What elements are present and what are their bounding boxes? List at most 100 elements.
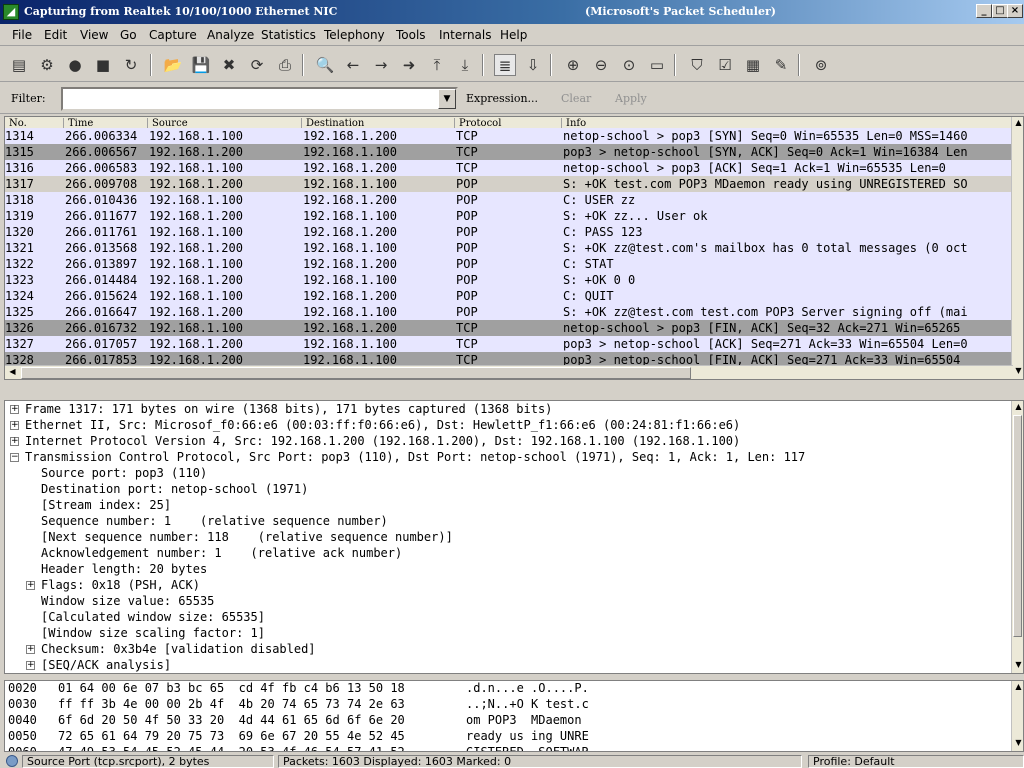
scroll-up-icon[interactable]: ▲	[1013, 401, 1023, 413]
menu-capture[interactable]: Capture	[149, 28, 197, 42]
detail-row[interactable]: + Flags: 0x18 (PSH, ACK)	[5, 577, 1013, 593]
zoom-normal-icon[interactable]: ⊙	[618, 54, 640, 76]
scroll-down-icon[interactable]: ▼	[1013, 365, 1023, 377]
collapse-icon[interactable]: −	[10, 453, 19, 462]
stop-capture-icon[interactable]: ■	[92, 54, 114, 76]
expand-icon[interactable]: +	[10, 405, 19, 414]
scroll-up-icon[interactable]: ▲	[1013, 117, 1023, 129]
go-forward-icon[interactable]: →	[370, 54, 392, 76]
packet-row[interactable]: 1324 266.015624 192.168.1.100 192.168.1.200…	[5, 288, 1013, 304]
menu-internals[interactable]: Internals	[439, 28, 492, 42]
menu-file[interactable]: File	[12, 28, 32, 42]
detail-row[interactable]: + Frame 1317: 171 bytes on wire (1368 bit…	[5, 401, 1013, 417]
coloring-rules-icon[interactable]: ▦	[742, 54, 764, 76]
packet-row[interactable]: 1322 266.013897 192.168.1.100 192.168.1.200…	[5, 256, 1013, 272]
packet-row[interactable]: 1321 266.013568 192.168.1.200 192.168.1.100…	[5, 240, 1013, 256]
zoom-in-icon[interactable]: ⊕	[562, 54, 584, 76]
start-capture-icon[interactable]: ●	[64, 54, 86, 76]
bytes-vscrollbar[interactable]: ▲ ▼	[1011, 681, 1023, 751]
detail-row[interactable]: [Calculated window size: 65535]	[5, 609, 1013, 625]
scroll-left-icon[interactable]: ◀	[7, 366, 18, 378]
menu-go[interactable]: Go	[120, 28, 137, 42]
interface-list-icon[interactable]: ▤	[8, 54, 30, 76]
expand-icon[interactable]: +	[10, 437, 19, 446]
go-first-icon[interactable]: ⤒	[426, 54, 448, 76]
expand-icon[interactable]: +	[26, 645, 35, 654]
scroll-up-icon[interactable]: ▲	[1013, 681, 1023, 693]
menu-statistics[interactable]: Statistics	[261, 28, 316, 42]
packet-row[interactable]: 1315 266.006567 192.168.1.200 192.168.1.100…	[5, 144, 1013, 160]
restart-capture-icon[interactable]: ↻	[120, 54, 142, 76]
menu-analyze[interactable]: Analyze	[207, 28, 254, 42]
detail-row[interactable]: + Checksum: 0x3b4e [validation disabled]	[5, 641, 1013, 657]
packet-row[interactable]: 1325 266.016647 192.168.1.200 192.168.1.100…	[5, 304, 1013, 320]
display-filters-icon[interactable]: ☑	[714, 54, 736, 76]
packet-dst-cell: 192.168.1.100	[303, 337, 397, 351]
help-icon[interactable]: ⊚	[810, 54, 832, 76]
packet-row[interactable]: 1318 266.010436 192.168.1.100 192.168.1.200…	[5, 192, 1013, 208]
packet-row[interactable]: 1314 266.006334 192.168.1.100 192.168.1.200…	[5, 128, 1013, 144]
zoom-out-icon[interactable]: ⊖	[590, 54, 612, 76]
menu-help[interactable]: Help	[500, 28, 527, 42]
packet-row[interactable]: 1319 266.011677 192.168.1.200 192.168.1.100…	[5, 208, 1013, 224]
go-last-icon[interactable]: ⤓	[454, 54, 476, 76]
details-vscrollbar[interactable]: ▲ ▼	[1011, 401, 1023, 673]
packet-row[interactable]: 1320 266.011761 192.168.1.100 192.168.1.200…	[5, 224, 1013, 240]
auto-scroll-icon[interactable]: ⇩	[522, 54, 544, 76]
detail-row[interactable]: Sequence number: 1 (relative sequence nu…	[5, 513, 1013, 529]
expression-button[interactable]: Expression...	[466, 92, 538, 105]
menu-telephony[interactable]: Telephony	[324, 28, 385, 42]
detail-row[interactable]: Window size value: 65535	[5, 593, 1013, 609]
detail-row[interactable]: Acknowledgement number: 1 (relative ack …	[5, 545, 1013, 561]
close-file-icon[interactable]: ✖	[218, 54, 240, 76]
detail-row[interactable]: − Transmission Control Protocol, Src Port…	[5, 449, 1013, 465]
hscroll-thumb[interactable]	[21, 367, 691, 379]
minimize-button[interactable]: _	[976, 4, 992, 18]
detail-row[interactable]: [Window size scaling factor: 1]	[5, 625, 1013, 641]
detail-row[interactable]: + [SEQ/ACK analysis]	[5, 657, 1013, 673]
expert-info-icon[interactable]	[6, 755, 18, 767]
scroll-down-icon[interactable]: ▼	[1013, 737, 1023, 749]
find-icon[interactable]: 🔍	[314, 54, 336, 76]
reload-icon[interactable]: ⟳	[246, 54, 268, 76]
detail-row[interactable]: Source port: pop3 (110)	[5, 465, 1013, 481]
clear-button[interactable]: Clear	[561, 92, 591, 105]
preferences-icon[interactable]: ✎	[770, 54, 792, 76]
resize-columns-icon[interactable]: ▭	[646, 54, 668, 76]
expand-icon[interactable]: +	[26, 581, 35, 590]
detail-row[interactable]: + Ethernet II, Src: Microsof_f0:66:e6 (00…	[5, 417, 1013, 433]
packet-row[interactable]: 1317 266.009708 192.168.1.200 192.168.1.100…	[5, 176, 1013, 192]
colorize-icon[interactable]: ≣	[494, 54, 516, 76]
packet-row[interactable]: 1323 266.014484 192.168.1.200 192.168.1.100…	[5, 272, 1013, 288]
scroll-thumb[interactable]	[1013, 415, 1022, 637]
print-icon[interactable]: ⎙	[274, 54, 296, 76]
packet-row[interactable]: 1326 266.016732 192.168.1.100 192.168.1.200…	[5, 320, 1013, 336]
go-to-packet-icon[interactable]: ➜	[398, 54, 420, 76]
scroll-down-icon[interactable]: ▼	[1013, 659, 1023, 671]
open-file-icon[interactable]: 📂	[162, 54, 184, 76]
packet-list-vscrollbar[interactable]: ▲ ▼	[1011, 117, 1023, 379]
capture-options-icon[interactable]: ⚙	[36, 54, 58, 76]
detail-row[interactable]: + Internet Protocol Version 4, Src: 192.1…	[5, 433, 1013, 449]
capture-filters-icon[interactable]: ⛉	[686, 54, 708, 76]
status-profile[interactable]: Profile: Default	[808, 755, 1024, 768]
go-back-icon[interactable]: ←	[342, 54, 364, 76]
detail-row[interactable]: [Stream index: 25]	[5, 497, 1013, 513]
detail-row[interactable]: [Next sequence number: 118 (relative seq…	[5, 529, 1013, 545]
menu-view[interactable]: View	[80, 28, 108, 42]
apply-button[interactable]: Apply	[615, 92, 647, 105]
save-file-icon[interactable]: 💾	[190, 54, 212, 76]
filter-input[interactable]	[61, 87, 458, 111]
detail-row[interactable]: Header length: 20 bytes	[5, 561, 1013, 577]
packet-list-hscrollbar[interactable]: ◀	[5, 365, 1013, 379]
detail-row[interactable]: Destination port: netop-school (1971)	[5, 481, 1013, 497]
close-button[interactable]: ×	[1007, 4, 1023, 18]
packet-row[interactable]: 1316 266.006583 192.168.1.100 192.168.1.200…	[5, 160, 1013, 176]
expand-icon[interactable]: +	[10, 421, 19, 430]
menu-edit[interactable]: Edit	[44, 28, 67, 42]
filter-dropdown-button[interactable]: ▼	[438, 89, 456, 109]
packet-row[interactable]: 1327 266.017057 192.168.1.200 192.168.1.100…	[5, 336, 1013, 352]
menu-tools[interactable]: Tools	[396, 28, 426, 42]
expand-icon[interactable]: +	[26, 661, 35, 670]
maximize-button[interactable]: □	[992, 4, 1008, 18]
